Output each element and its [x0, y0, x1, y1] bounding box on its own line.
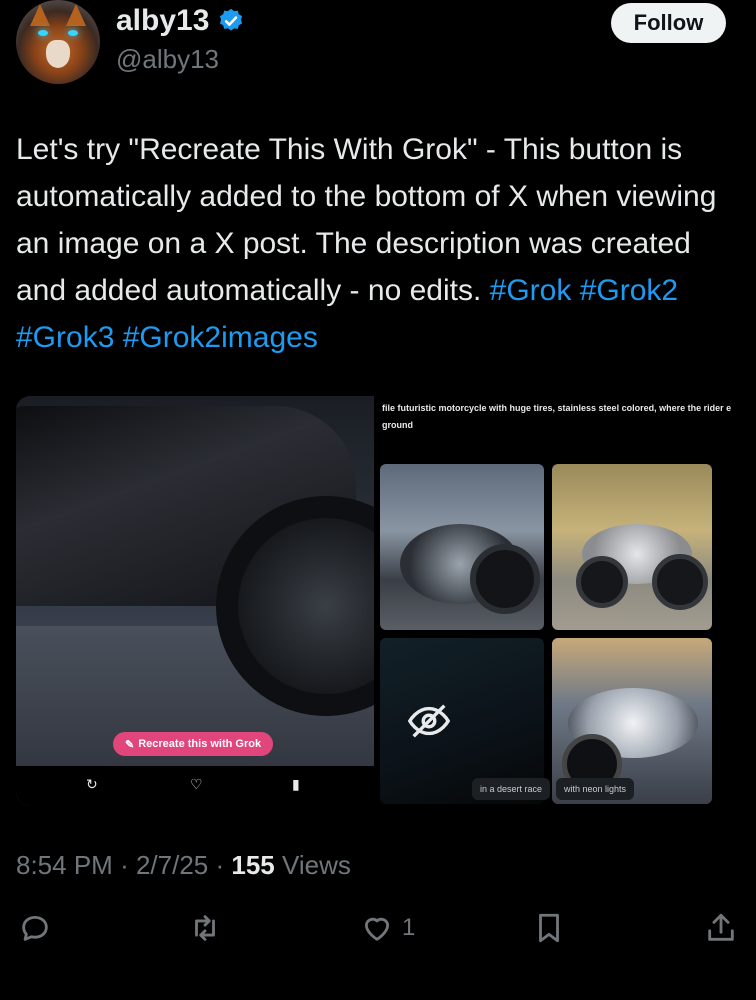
grok-prompt-text: file futuristic motorcycle with huge tir… — [382, 403, 732, 430]
tile-wheel-shape — [470, 544, 540, 614]
tweet-media[interactable]: ✎ Recreate this with Grok ↻ ♡ ▮ file fut… — [16, 396, 740, 806]
eye-off-icon — [407, 704, 451, 738]
author-name[interactable]: alby13 — [116, 4, 209, 38]
author-handle[interactable]: @alby13 — [116, 44, 219, 75]
bookmark-icon — [539, 913, 559, 943]
avatar[interactable] — [16, 0, 100, 84]
like-button[interactable]: 1 — [360, 910, 415, 946]
share-icon — [708, 913, 734, 941]
tweet-time[interactable]: 8:54 PM — [16, 850, 113, 880]
hashtag-link[interactable]: #Grok2 — [580, 274, 678, 307]
tile-caption: with neon lights — [556, 778, 635, 800]
tile-wheel-shape — [652, 554, 708, 610]
tile-caption: in a desert race — [472, 778, 551, 800]
avatar-ear-right — [66, 4, 86, 26]
tile-wheel-shape — [576, 556, 628, 608]
hashtag-link[interactable]: #Grok2images — [123, 321, 318, 354]
like-count: 1 — [402, 914, 416, 941]
verified-badge-icon — [220, 8, 243, 31]
recreate-with-grok-button[interactable]: ✎ Recreate this with Grok — [113, 732, 274, 756]
heart-icon — [364, 917, 390, 941]
bookmark-button[interactable] — [532, 910, 566, 946]
embedded-action-bar: ↻ ♡ ▮ — [16, 766, 374, 806]
recreate-label: Recreate this with Grok — [138, 738, 262, 750]
pencil-icon: ✎ — [125, 738, 135, 751]
grok-result-tile[interactable] — [552, 464, 712, 630]
reply-icon — [22, 915, 48, 941]
meta-separator: · — [215, 850, 232, 880]
embedded-repost-icon: ↻ — [86, 776, 98, 792]
embedded-heart-icon: ♡ — [190, 776, 203, 792]
grok-result-tile[interactable] — [380, 464, 544, 630]
follow-button[interactable]: Follow — [611, 3, 726, 43]
repost-button[interactable] — [188, 910, 222, 946]
views-count: 155 — [231, 850, 275, 880]
avatar-snout — [46, 40, 70, 68]
hashtag-link[interactable]: #Grok3 — [16, 321, 114, 354]
media-photo-motorcycle[interactable]: ✎ Recreate this with Grok ↻ ♡ ▮ — [16, 396, 374, 806]
tweet-date[interactable]: 2/7/25 — [136, 850, 208, 880]
repost-icon — [195, 915, 215, 941]
reply-button[interactable] — [18, 910, 52, 946]
hashtag-link[interactable]: #Grok — [490, 274, 572, 307]
views-label: Views — [282, 850, 351, 880]
tweet-text: Let's try "Recreate This With Grok" - Th… — [16, 126, 746, 361]
embedded-chart-icon: ▮ — [292, 776, 300, 792]
author-name-row[interactable]: alby13 — [116, 4, 245, 38]
meta-separator: · — [120, 850, 136, 880]
share-button[interactable] — [704, 910, 738, 946]
avatar-eye-left — [38, 30, 48, 36]
avatar-ear-left — [30, 4, 50, 26]
tweet-meta: 8:54 PM · 2/7/25 · 155 Views — [16, 850, 351, 881]
media-screenshot-grok[interactable]: file futuristic motorcycle with huge tir… — [380, 396, 740, 806]
avatar-eye-right — [68, 30, 78, 36]
